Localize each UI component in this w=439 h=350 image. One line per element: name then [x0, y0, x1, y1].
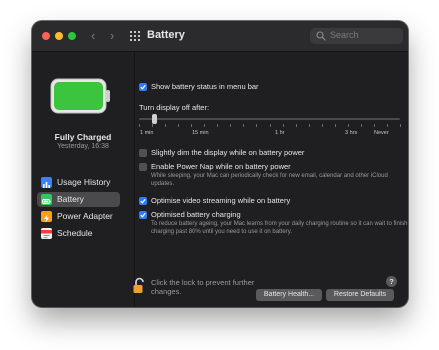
sidebar-item-label: Battery: [57, 194, 84, 204]
search-placeholder: Search: [330, 30, 359, 40]
slider-tick-mark: [204, 124, 206, 127]
show-in-menu-bar-label: Show battery status in menu bar: [151, 82, 259, 91]
sidebar-item-battery[interactable]: Battery: [37, 192, 120, 207]
lock-description: Click the lock to prevent further change…: [151, 278, 255, 296]
battery-level-graphic: [50, 78, 110, 114]
slider-tick-label-1-hr: 1 hr: [275, 130, 285, 136]
preferences-window: ‹ › Battery Search Fully Charged Yesterd…: [32, 21, 408, 307]
zoom-window-button[interactable]: [68, 32, 76, 40]
turn-display-off-label: Turn display off after:: [139, 103, 210, 112]
restore-defaults-button[interactable]: Restore Defaults: [326, 289, 394, 301]
display-off-slider-knob[interactable]: [152, 114, 157, 124]
show-in-menu-bar-checkbox[interactable]: [139, 83, 147, 91]
dim-display-checkbox[interactable]: [139, 149, 147, 157]
battery-health-button[interactable]: Battery Health...: [256, 289, 322, 301]
optimise-video-checkbox[interactable]: [139, 197, 147, 205]
slider-tick-mark: [152, 124, 154, 127]
slider-tick-mark: [321, 124, 323, 127]
lightning-icon: [41, 211, 52, 223]
search-input[interactable]: Search: [310, 28, 403, 44]
show-all-grid-icon[interactable]: [130, 31, 140, 41]
help-button[interactable]: ?: [386, 276, 397, 287]
dim-display-label: Slightly dim the display while on batter…: [151, 148, 305, 157]
slider-tick-mark: [230, 124, 232, 127]
slider-tick-mark: [191, 124, 193, 127]
slider-tick-mark: [217, 124, 219, 127]
slider-tick-mark: [334, 124, 336, 127]
sidebar-item-schedule[interactable]: Schedule: [37, 226, 120, 241]
sidebar-divider: [134, 52, 135, 307]
back-button[interactable]: ‹: [91, 28, 95, 43]
slider-tick-mark: [256, 124, 258, 127]
sidebar-item-usage-history[interactable]: Usage History: [37, 175, 120, 190]
display-off-slider-track[interactable]: [139, 118, 400, 120]
checkmark-icon: [140, 212, 146, 218]
sidebar-item-power-adapter[interactable]: Power Adapter: [37, 209, 120, 224]
slider-tick-mark: [269, 124, 271, 127]
battery-icon: [41, 194, 52, 205]
slider-tick-mark: [400, 124, 401, 127]
checkmark-icon: [140, 84, 146, 90]
slider-tick-mark: [295, 124, 297, 127]
slider-tick-label-1-min: 1 min: [140, 130, 154, 136]
slider-tick-mark: [386, 124, 388, 127]
slider-tick-mark: [165, 124, 167, 127]
close-window-button[interactable]: [42, 32, 50, 40]
slider-tick-mark: [282, 124, 284, 127]
slider-tick-label-never: Never: [374, 130, 389, 136]
power-nap-label: Enable Power Nap while on battery power: [151, 162, 291, 171]
power-nap-description: While sleeping, your Mac can periodicall…: [151, 173, 388, 187]
power-nap-checkbox[interactable]: [139, 163, 147, 171]
bar-chart-icon: [41, 177, 52, 188]
calendar-icon: [41, 228, 52, 239]
optimised-charging-description: To reduce battery ageing, your Mac learn…: [151, 221, 408, 235]
lock-icon[interactable]: [133, 277, 146, 294]
minimize-window-button[interactable]: [55, 32, 63, 40]
slider-tick-mark: [308, 124, 310, 127]
window-title: Battery: [147, 29, 185, 41]
checkmark-icon: [140, 198, 146, 204]
forward-button[interactable]: ›: [110, 28, 114, 43]
slider-tick-mark: [243, 124, 245, 127]
search-icon: [316, 31, 326, 41]
battery-status-timestamp: Yesterday, 16:38: [57, 143, 109, 150]
slider-tick-mark: [360, 124, 362, 127]
title-bar: ‹ › Battery Search: [32, 21, 408, 52]
slider-tick-mark: [347, 124, 349, 127]
slider-tick-mark: [139, 124, 140, 127]
slider-tick-label-15-min: 15 min: [192, 130, 209, 136]
battery-status-title: Fully Charged: [54, 132, 112, 142]
slider-tick-mark: [373, 124, 375, 127]
optimised-charging-label: Optimised battery charging: [151, 210, 241, 219]
optimised-charging-checkbox[interactable]: [139, 211, 147, 219]
slider-tick-label-3-hrs: 3 hrs: [345, 130, 358, 136]
slider-tick-mark: [178, 124, 180, 127]
sidebar-item-label: Schedule: [57, 228, 93, 238]
optimise-video-label: Optimise video streaming while on batter…: [151, 196, 291, 205]
battery-settings-panel: Show battery status in menu bar Turn dis…: [136, 52, 408, 307]
sidebar-item-label: Power Adapter: [57, 211, 113, 221]
sidebar-item-label: Usage History: [57, 177, 111, 187]
